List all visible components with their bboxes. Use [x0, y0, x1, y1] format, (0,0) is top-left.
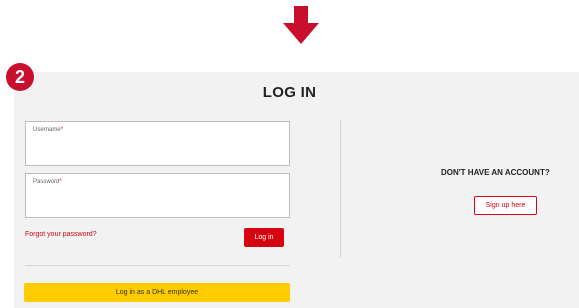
- password-field[interactable]: Password*: [25, 173, 290, 218]
- required-marker: *: [60, 127, 64, 133]
- no-account-heading: DON'T HAVE AN ACCOUNT?: [441, 168, 550, 177]
- username-field[interactable]: Username*: [25, 121, 290, 166]
- page-title: LOG IN: [262, 84, 317, 101]
- horizontal-divider: [25, 265, 290, 266]
- login-button[interactable]: Log in: [244, 228, 284, 247]
- forgot-password-link[interactable]: Forgot your password?: [25, 231, 97, 238]
- down-arrow-icon: [283, 6, 319, 44]
- sign-up-button[interactable]: Sign up here: [474, 196, 537, 215]
- vertical-divider: [340, 120, 341, 258]
- required-marker: *: [59, 179, 62, 185]
- step-number-badge: 2: [6, 63, 34, 91]
- dhl-employee-login-button[interactable]: Log in as a DHL employee: [24, 283, 290, 302]
- password-input[interactable]: [32, 190, 282, 214]
- username-input[interactable]: [32, 138, 282, 162]
- password-label: Password*: [33, 179, 62, 185]
- username-label: Username*: [33, 127, 64, 133]
